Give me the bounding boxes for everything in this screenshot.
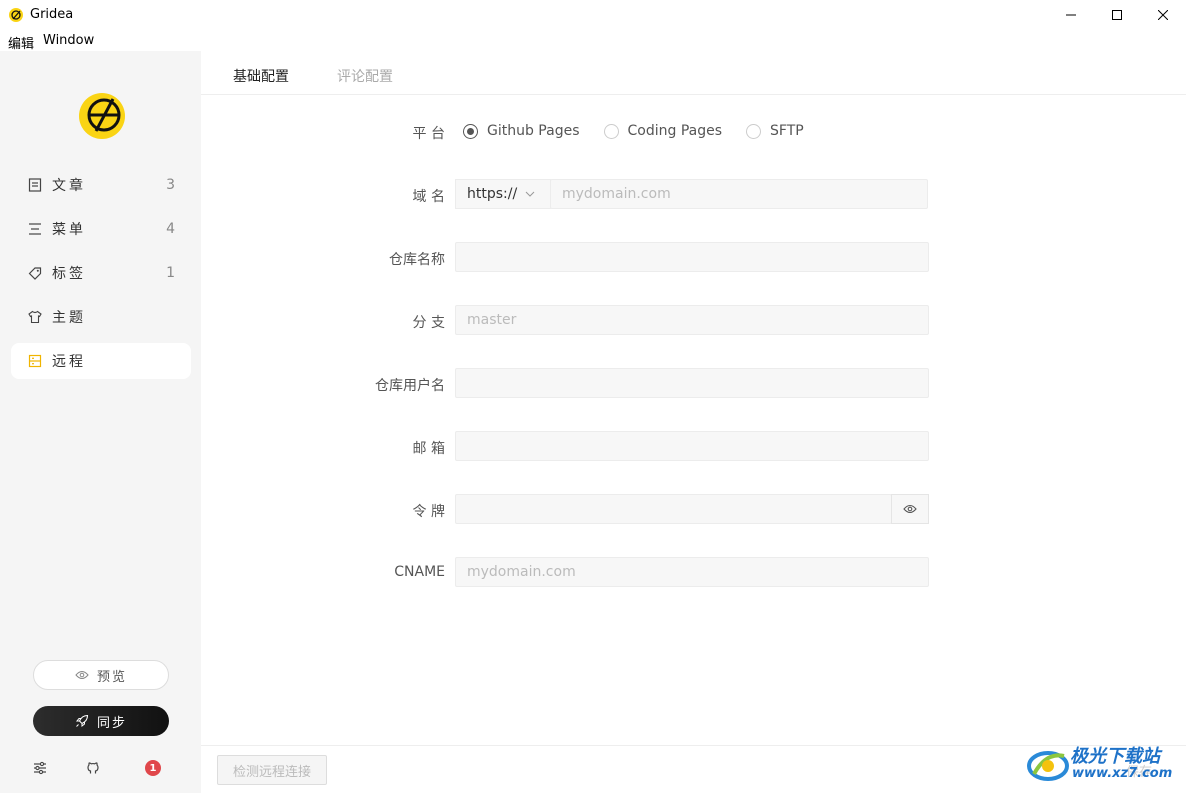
radio-github-pages[interactable]: Github Pages	[463, 123, 580, 139]
rocket-icon	[75, 714, 89, 728]
cname-input[interactable]	[455, 557, 929, 587]
platform-radio-group: Github Pages Coding Pages SFTP	[463, 123, 828, 139]
watermark-url: www.xz7.com	[1072, 766, 1173, 781]
radio-checked-indicator	[463, 123, 478, 139]
platform-label: 平 台	[412, 126, 445, 142]
sidebar-item-themes[interactable]: 主题	[11, 299, 191, 335]
sidebar-item-label: 标签	[52, 266, 86, 282]
sidebar-item-menus[interactable]: 菜单 4	[11, 211, 191, 247]
tag-icon	[28, 266, 42, 280]
sidebar: 文章 3 菜单 4 标签 1 主题 远程 预览 同步 1	[0, 51, 201, 793]
tab-basic-config[interactable]: 基础配置	[233, 66, 289, 86]
radio-unchecked-indicator	[603, 123, 619, 139]
email-label: 邮 箱	[412, 441, 445, 457]
domain-label: 域 名	[412, 189, 445, 205]
sidebar-item-tags[interactable]: 标签 1	[11, 255, 191, 291]
app-logo-icon	[9, 8, 23, 22]
radio-label: Coding Pages	[627, 123, 723, 139]
article-count: 3	[166, 177, 175, 193]
settings-tabs: 基础配置 评论配置	[201, 51, 1186, 95]
radio-label: SFTP	[770, 123, 804, 139]
toggle-token-visibility-button[interactable]	[891, 494, 929, 524]
repository-input[interactable]	[455, 242, 929, 272]
notification-badge[interactable]: 1	[145, 760, 161, 776]
watermark-text: 极光下载站	[1070, 746, 1160, 767]
settings-sliders-icon[interactable]	[32, 760, 48, 776]
chevron-down-icon	[525, 191, 535, 197]
window-title: Gridea	[30, 7, 74, 22]
gridea-logo-icon	[77, 91, 127, 141]
maximize-button[interactable]	[1094, 0, 1140, 30]
branch-input[interactable]	[455, 305, 929, 335]
sync-label: 同步	[96, 715, 127, 731]
radio-label: Github Pages	[487, 123, 580, 139]
radio-sftp[interactable]: SFTP	[746, 123, 804, 139]
close-button[interactable]	[1140, 0, 1186, 30]
menu-icon	[28, 222, 42, 236]
protocol-select[interactable]: https://	[455, 179, 551, 209]
tag-count: 1	[166, 265, 175, 281]
protocol-value: https://	[467, 186, 518, 202]
username-input[interactable]	[455, 368, 929, 398]
sidebar-item-articles[interactable]: 文章 3	[11, 167, 191, 203]
sidebar-item-label: 远程	[52, 354, 86, 370]
sidebar-item-label: 菜单	[52, 222, 86, 238]
token-input[interactable]	[455, 494, 892, 524]
sidebar-item-remote[interactable]: 远程	[11, 343, 191, 379]
domain-input[interactable]	[550, 179, 928, 209]
branch-label: 分 支	[412, 315, 445, 331]
sidebar-item-label: 文章	[52, 178, 86, 194]
title-bar: Gridea	[0, 0, 1186, 30]
radio-unchecked-indicator	[746, 123, 762, 139]
username-label: 仓库用户名	[375, 378, 445, 394]
email-input[interactable]	[455, 431, 929, 461]
repository-label: 仓库名称	[389, 252, 445, 268]
main-panel: 基础配置 评论配置 平 台 Github Pages Coding Pages …	[201, 51, 1186, 793]
menu-bar: 编辑 Window	[0, 30, 1186, 52]
preview-button[interactable]: 预览	[33, 660, 169, 690]
watermark-logo-icon	[1027, 751, 1069, 781]
cname-label: CNAME	[394, 564, 445, 580]
token-label: 令 牌	[412, 504, 445, 520]
eye-icon	[75, 671, 89, 679]
article-icon	[28, 178, 42, 192]
watermark: 极光下载站 www.xz7.com	[1026, 740, 1181, 788]
menu-window[interactable]: Window	[43, 33, 94, 48]
shirt-icon	[28, 310, 42, 324]
radio-coding-pages[interactable]: Coding Pages	[603, 123, 723, 139]
eye-icon	[903, 504, 917, 514]
sync-button[interactable]: 同步	[33, 706, 169, 736]
menu-count: 4	[166, 221, 175, 237]
tab-comment-config[interactable]: 评论配置	[337, 66, 393, 86]
check-remote-connection-button[interactable]: 检测远程连接	[217, 755, 327, 785]
server-icon	[28, 354, 42, 368]
menu-edit[interactable]: 编辑	[8, 33, 34, 52]
preview-label: 预览	[96, 669, 127, 685]
github-icon[interactable]	[85, 760, 101, 776]
minimize-button[interactable]	[1048, 0, 1094, 30]
sidebar-item-label: 主题	[52, 310, 86, 326]
